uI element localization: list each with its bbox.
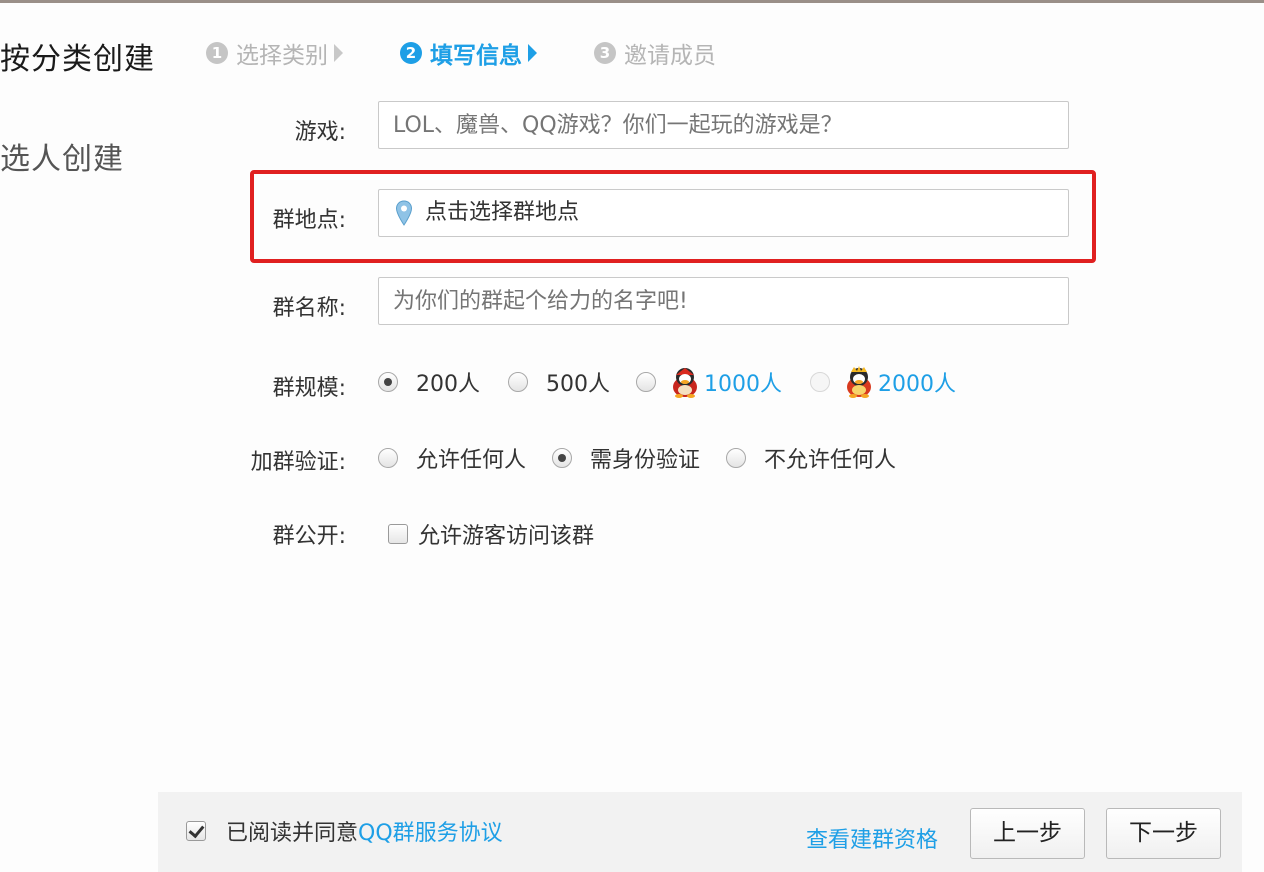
red-penguin-icon xyxy=(673,368,697,398)
nav-create-by-people[interactable]: 选人创建 xyxy=(0,134,124,178)
view-qualification-link[interactable]: 查看建群资格 xyxy=(806,822,938,854)
verify-label: 加群验证: xyxy=(250,450,346,475)
step-number-1: 1 xyxy=(206,42,228,64)
size-1000-radio[interactable] xyxy=(636,372,656,392)
size-200-label[interactable]: 200人 xyxy=(416,366,480,398)
location-label: 群地点: xyxy=(272,208,346,233)
step-label: 选择类别 xyxy=(236,43,328,69)
step-number-2: 2 xyxy=(400,42,422,64)
size-2000-radio[interactable] xyxy=(810,372,830,392)
step-label: 邀请成员 xyxy=(624,43,716,69)
window-top-border xyxy=(0,0,1264,3)
verify-identity-label[interactable]: 需身份验证 xyxy=(590,442,700,474)
step-arrow-icon xyxy=(528,44,537,62)
group-name-label: 群名称: xyxy=(272,296,346,321)
location-value: 点击选择群地点 xyxy=(425,200,580,225)
step-arrow-icon xyxy=(334,44,343,62)
service-agreement-link[interactable]: QQ群服务协议 xyxy=(358,815,503,847)
verify-options: 允许任何人 需身份验证 不允许任何人 xyxy=(378,442,896,474)
public-option: 允许游客访问该群 xyxy=(388,518,594,550)
verify-anyone-radio[interactable] xyxy=(378,448,398,468)
next-step-button[interactable]: 下一步 xyxy=(1106,808,1221,859)
size-500-radio[interactable] xyxy=(508,372,528,392)
size-1000-label[interactable]: 1000人 xyxy=(704,366,782,398)
step-fill-info: 2 填写信息 xyxy=(400,36,537,70)
verify-nobody-label[interactable]: 不允许任何人 xyxy=(764,442,896,474)
step-number-3: 3 xyxy=(594,42,616,64)
location-picker[interactable]: 点击选择群地点 xyxy=(378,189,1069,237)
group-name-input[interactable] xyxy=(378,277,1069,325)
size-500-label[interactable]: 500人 xyxy=(546,366,610,398)
group-size-label: 群规模: xyxy=(272,376,346,401)
allow-visitors-checkbox[interactable] xyxy=(388,524,408,544)
game-label: 游戏: xyxy=(294,120,346,145)
size-2000-label[interactable]: 2000人 xyxy=(878,366,956,398)
step-invite-members: 3 邀请成员 xyxy=(594,36,716,70)
game-input[interactable] xyxy=(378,101,1069,149)
allow-visitors-label[interactable]: 允许游客访问该群 xyxy=(418,518,594,550)
gold-penguin-icon xyxy=(847,366,871,398)
agree-checkbox[interactable] xyxy=(186,821,206,841)
verify-identity-radio[interactable] xyxy=(552,448,573,468)
prev-step-button[interactable]: 上一步 xyxy=(970,808,1085,859)
verify-anyone-label[interactable]: 允许任何人 xyxy=(416,442,526,474)
public-label: 群公开: xyxy=(272,524,346,549)
verify-nobody-radio[interactable] xyxy=(726,448,747,468)
size-200-radio[interactable] xyxy=(378,372,398,392)
step-select-category: 1 选择类别 xyxy=(206,36,343,70)
agree-text: 已阅读并同意 xyxy=(226,821,359,846)
step-label: 填写信息 xyxy=(430,43,522,69)
nav-create-by-category[interactable]: 按分类创建 xyxy=(0,34,155,78)
map-pin-icon xyxy=(395,200,413,226)
group-size-options: 200人 500人 1000人 2000人 xyxy=(378,366,956,398)
agreement: 已阅读并同意 QQ群服务协议 xyxy=(186,815,503,847)
